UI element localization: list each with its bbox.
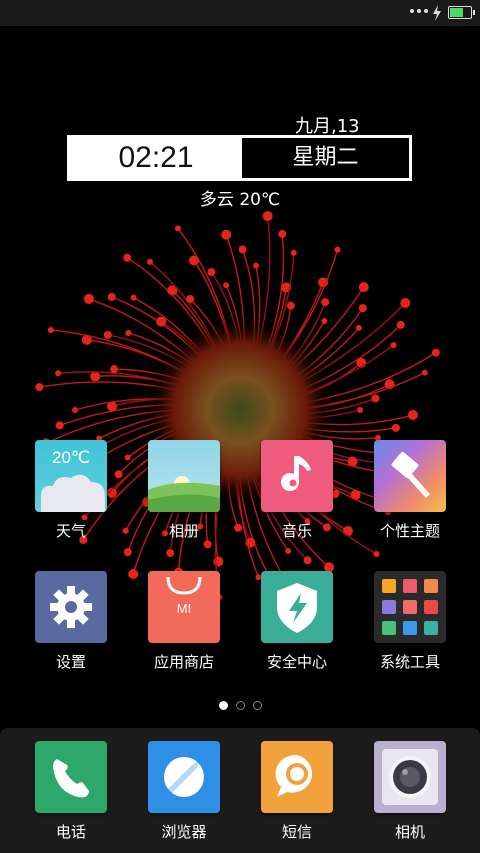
dock-app-camera[interactable]: 相机 xyxy=(355,741,465,842)
dock: 电话 浏览器 短信 相机 xyxy=(0,728,480,853)
clock-widget[interactable]: 02:21 星期二 xyxy=(67,135,412,181)
battery-icon xyxy=(448,6,475,19)
app-label: 应用商店 xyxy=(153,653,214,671)
gallery-icon xyxy=(148,440,220,512)
wallpaper-image xyxy=(35,211,440,606)
app-label: 安全中心 xyxy=(266,653,327,671)
dock-app-phone[interactable]: 电话 xyxy=(16,741,126,842)
camera-icon xyxy=(374,741,446,813)
app-gallery[interactable]: 相册 xyxy=(129,440,239,541)
app-store-icon: MI xyxy=(148,571,220,643)
weather-icon: 20℃ xyxy=(35,440,107,512)
app-store[interactable]: MI 应用商店 xyxy=(129,571,239,672)
security-shield-icon xyxy=(261,571,333,643)
app-label: 天气 xyxy=(55,522,86,540)
app-security[interactable]: 安全中心 xyxy=(242,571,352,672)
dock-app-sms[interactable]: 短信 xyxy=(242,741,352,842)
phone-icon xyxy=(35,741,107,813)
app-settings[interactable]: 设置 xyxy=(16,571,126,672)
gear-icon xyxy=(35,571,107,643)
app-store-logo: MI xyxy=(176,601,192,616)
app-label: 个性主题 xyxy=(379,522,440,540)
app-label: 浏览器 xyxy=(161,823,207,841)
app-label: 电话 xyxy=(55,823,86,841)
themes-icon xyxy=(374,440,446,512)
battery-level xyxy=(450,8,464,17)
weekday-label: 星期二 xyxy=(242,138,409,178)
sms-icon xyxy=(261,741,333,813)
status-bar xyxy=(0,0,480,26)
dock-app-browser[interactable]: 浏览器 xyxy=(129,741,239,842)
app-music[interactable]: 音乐 xyxy=(242,440,352,541)
app-label: 系统工具 xyxy=(379,653,440,671)
charging-icon xyxy=(433,5,441,21)
app-weather[interactable]: 20℃ 天气 xyxy=(16,440,126,541)
weather-summary[interactable]: 多云 20℃ xyxy=(0,185,480,210)
app-label: 相册 xyxy=(168,522,199,540)
app-themes[interactable]: 个性主题 xyxy=(355,440,465,541)
more-icon xyxy=(410,9,428,13)
tools-folder-icon xyxy=(374,571,446,643)
app-label: 设置 xyxy=(55,653,86,671)
page-dot[interactable] xyxy=(235,701,245,710)
clock-time: 02:21 xyxy=(70,138,242,178)
app-label: 短信 xyxy=(281,823,312,841)
app-label: 音乐 xyxy=(281,522,312,540)
music-icon xyxy=(261,440,333,512)
page-dot[interactable] xyxy=(218,701,228,710)
page-dot[interactable] xyxy=(252,701,262,710)
app-tools-folder[interactable]: 系统工具 xyxy=(355,571,465,672)
page-indicator[interactable] xyxy=(0,701,480,710)
browser-icon xyxy=(148,741,220,813)
app-label: 相机 xyxy=(394,823,425,841)
